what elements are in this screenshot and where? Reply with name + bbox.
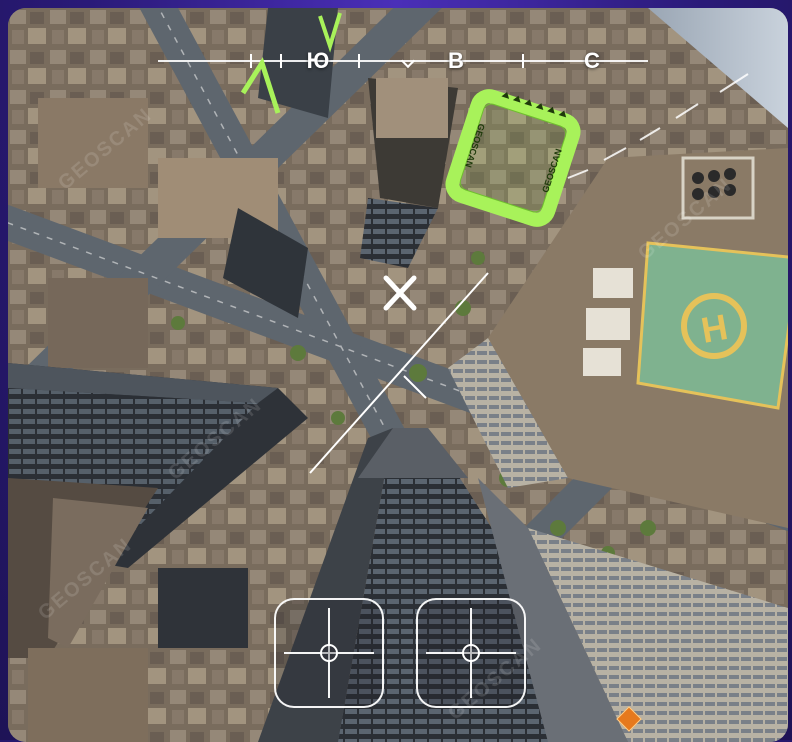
game-viewport[interactable]: H Ю В С GEOSCAN GEOSCAN — [8, 8, 788, 742]
city-scene: H — [8, 8, 788, 742]
right-control-stick[interactable] — [416, 598, 526, 708]
left-control-stick[interactable] — [274, 598, 384, 708]
stick-knob[interactable] — [320, 644, 338, 662]
stick-knob[interactable] — [462, 644, 480, 662]
